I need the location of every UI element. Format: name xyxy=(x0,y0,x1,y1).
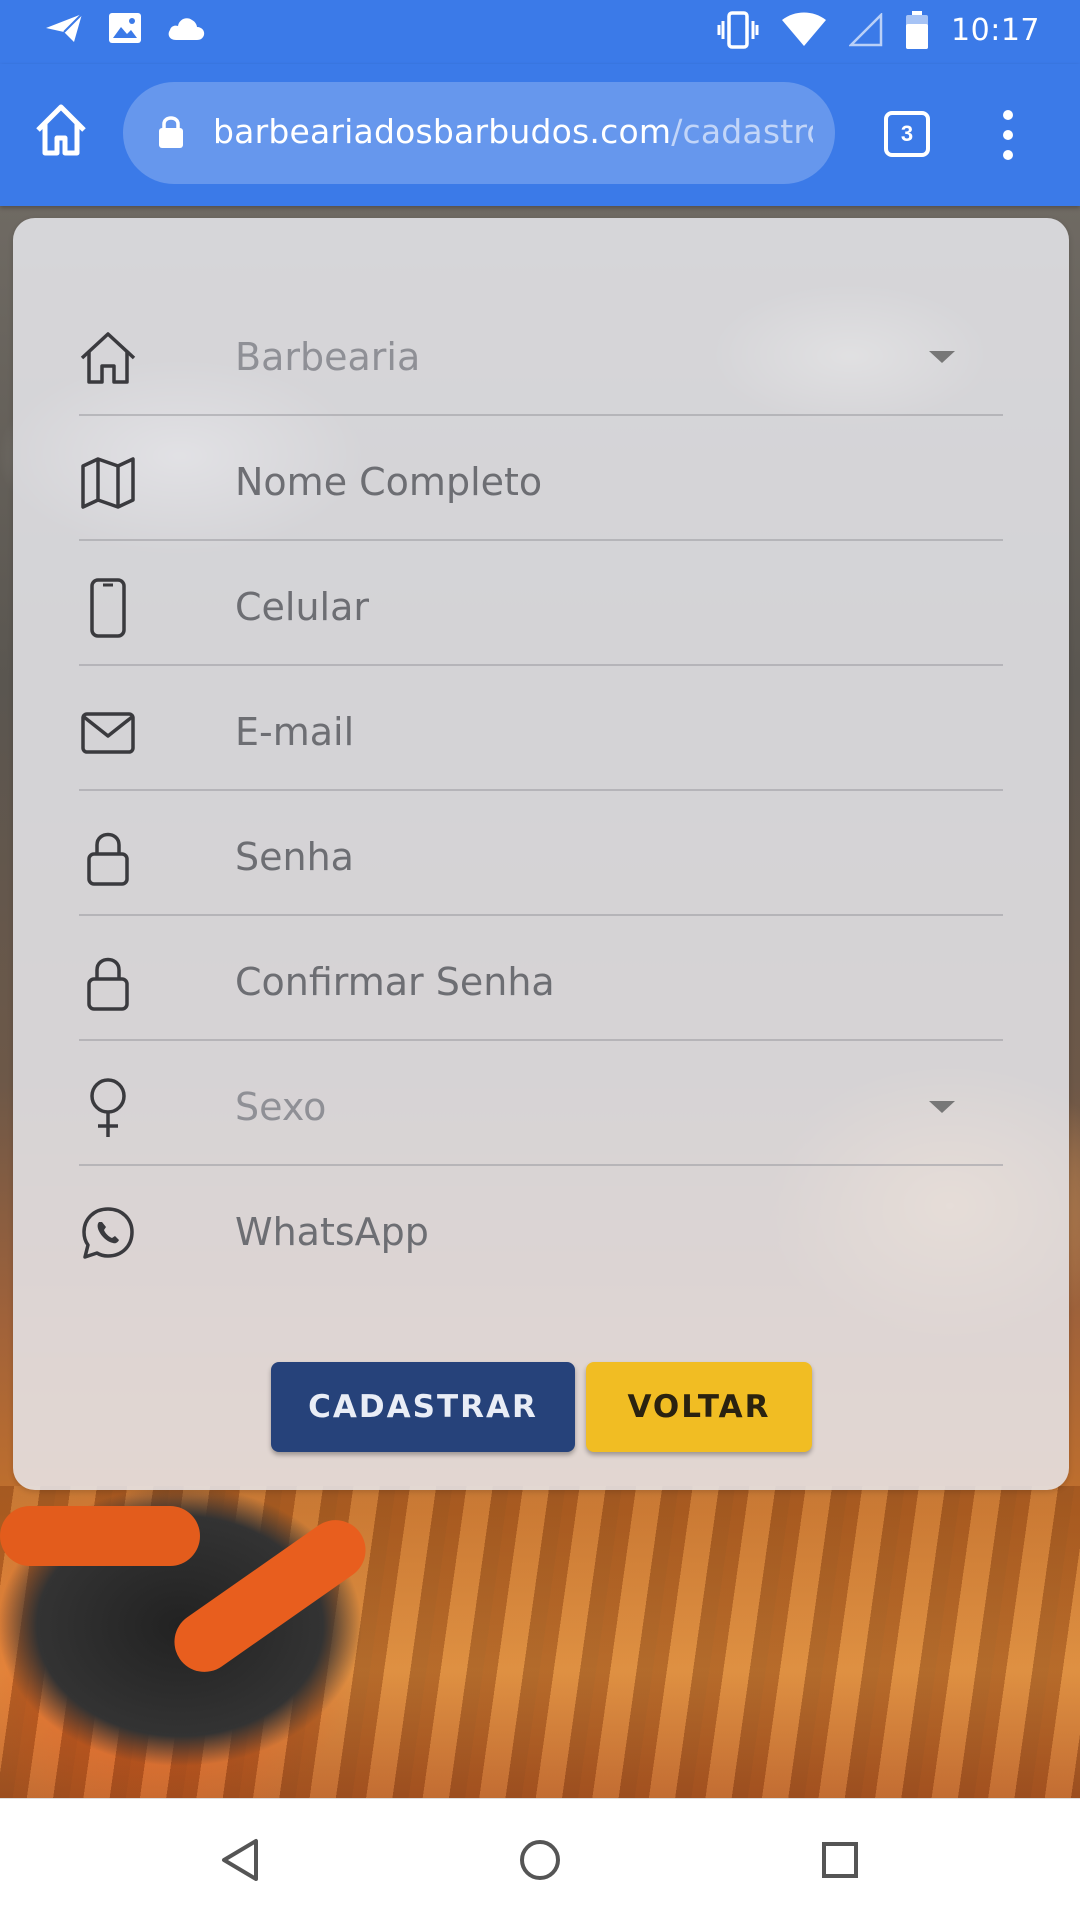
navigation-bar xyxy=(0,1798,1080,1920)
password-label: Senha xyxy=(235,835,354,879)
home-icon[interactable] xyxy=(34,102,88,158)
status-time: 10:17 xyxy=(951,12,1040,48)
url-text: barbeariadosbarbudos.com/cadastro-u xyxy=(213,112,813,151)
register-form-card: Barbearia Nome Completo Celular E-mail S… xyxy=(13,218,1069,1490)
lock-icon xyxy=(79,829,137,887)
phone-field[interactable]: Celular xyxy=(79,541,1003,666)
female-icon xyxy=(79,1078,137,1137)
password-field[interactable]: Senha xyxy=(79,791,1003,916)
chevron-down-icon xyxy=(929,351,955,363)
chair-armrest xyxy=(0,1506,200,1566)
lock-icon xyxy=(159,116,183,148)
lock-icon xyxy=(79,954,137,1012)
whatsapp-icon xyxy=(79,1204,137,1262)
confirm-password-label: Confirmar Senha xyxy=(235,960,555,1004)
phone-label: Celular xyxy=(235,585,370,629)
cloud-icon xyxy=(168,18,205,40)
home-circle-icon[interactable] xyxy=(515,1835,565,1885)
map-icon xyxy=(79,454,137,512)
full-name-label: Nome Completo xyxy=(235,460,543,504)
register-button[interactable]: CADASTRAR xyxy=(271,1362,575,1452)
url-path: /cadastro-u xyxy=(671,112,813,151)
browser-toolbar: barbeariadosbarbudos.com/cadastro-u 3 xyxy=(0,64,1080,206)
chevron-down-icon xyxy=(929,1101,955,1113)
barbearia-label: Barbearia xyxy=(235,335,421,379)
email-field[interactable]: E-mail xyxy=(79,666,1003,791)
tab-switcher-button[interactable]: 3 xyxy=(884,111,930,157)
sex-label: Sexo xyxy=(235,1085,327,1129)
battery-icon xyxy=(906,11,929,49)
whatsapp-label: WhatsApp xyxy=(235,1210,429,1254)
send-icon xyxy=(46,13,83,42)
sex-select[interactable]: Sexo xyxy=(79,1041,1003,1166)
url-domain: barbeariadosbarbudos.com xyxy=(213,112,672,151)
recents-square-icon[interactable] xyxy=(815,1835,865,1885)
home-icon xyxy=(79,329,137,387)
wifi-icon xyxy=(782,12,827,46)
vibrate-icon xyxy=(717,11,759,49)
barbearia-select[interactable]: Barbearia xyxy=(79,291,1003,416)
signal-icon xyxy=(849,13,883,47)
status-bar: 10:17 xyxy=(0,0,1080,64)
mail-icon xyxy=(79,704,137,762)
address-bar[interactable]: barbeariadosbarbudos.com/cadastro-u xyxy=(123,82,835,184)
phone-icon xyxy=(79,578,137,638)
full-name-field[interactable]: Nome Completo xyxy=(79,416,1003,541)
back-triangle-icon[interactable] xyxy=(216,1835,266,1885)
confirm-password-field[interactable]: Confirmar Senha xyxy=(79,916,1003,1041)
image-icon xyxy=(109,13,141,43)
tab-count: 3 xyxy=(900,121,914,146)
whatsapp-field[interactable]: WhatsApp xyxy=(79,1166,1003,1291)
back-button[interactable]: VOLTAR xyxy=(586,1362,812,1452)
status-right-icons: 10:17 xyxy=(717,10,1040,50)
status-left-icons xyxy=(44,12,206,44)
email-label: E-mail xyxy=(235,710,355,754)
more-options-icon[interactable] xyxy=(996,108,1020,162)
